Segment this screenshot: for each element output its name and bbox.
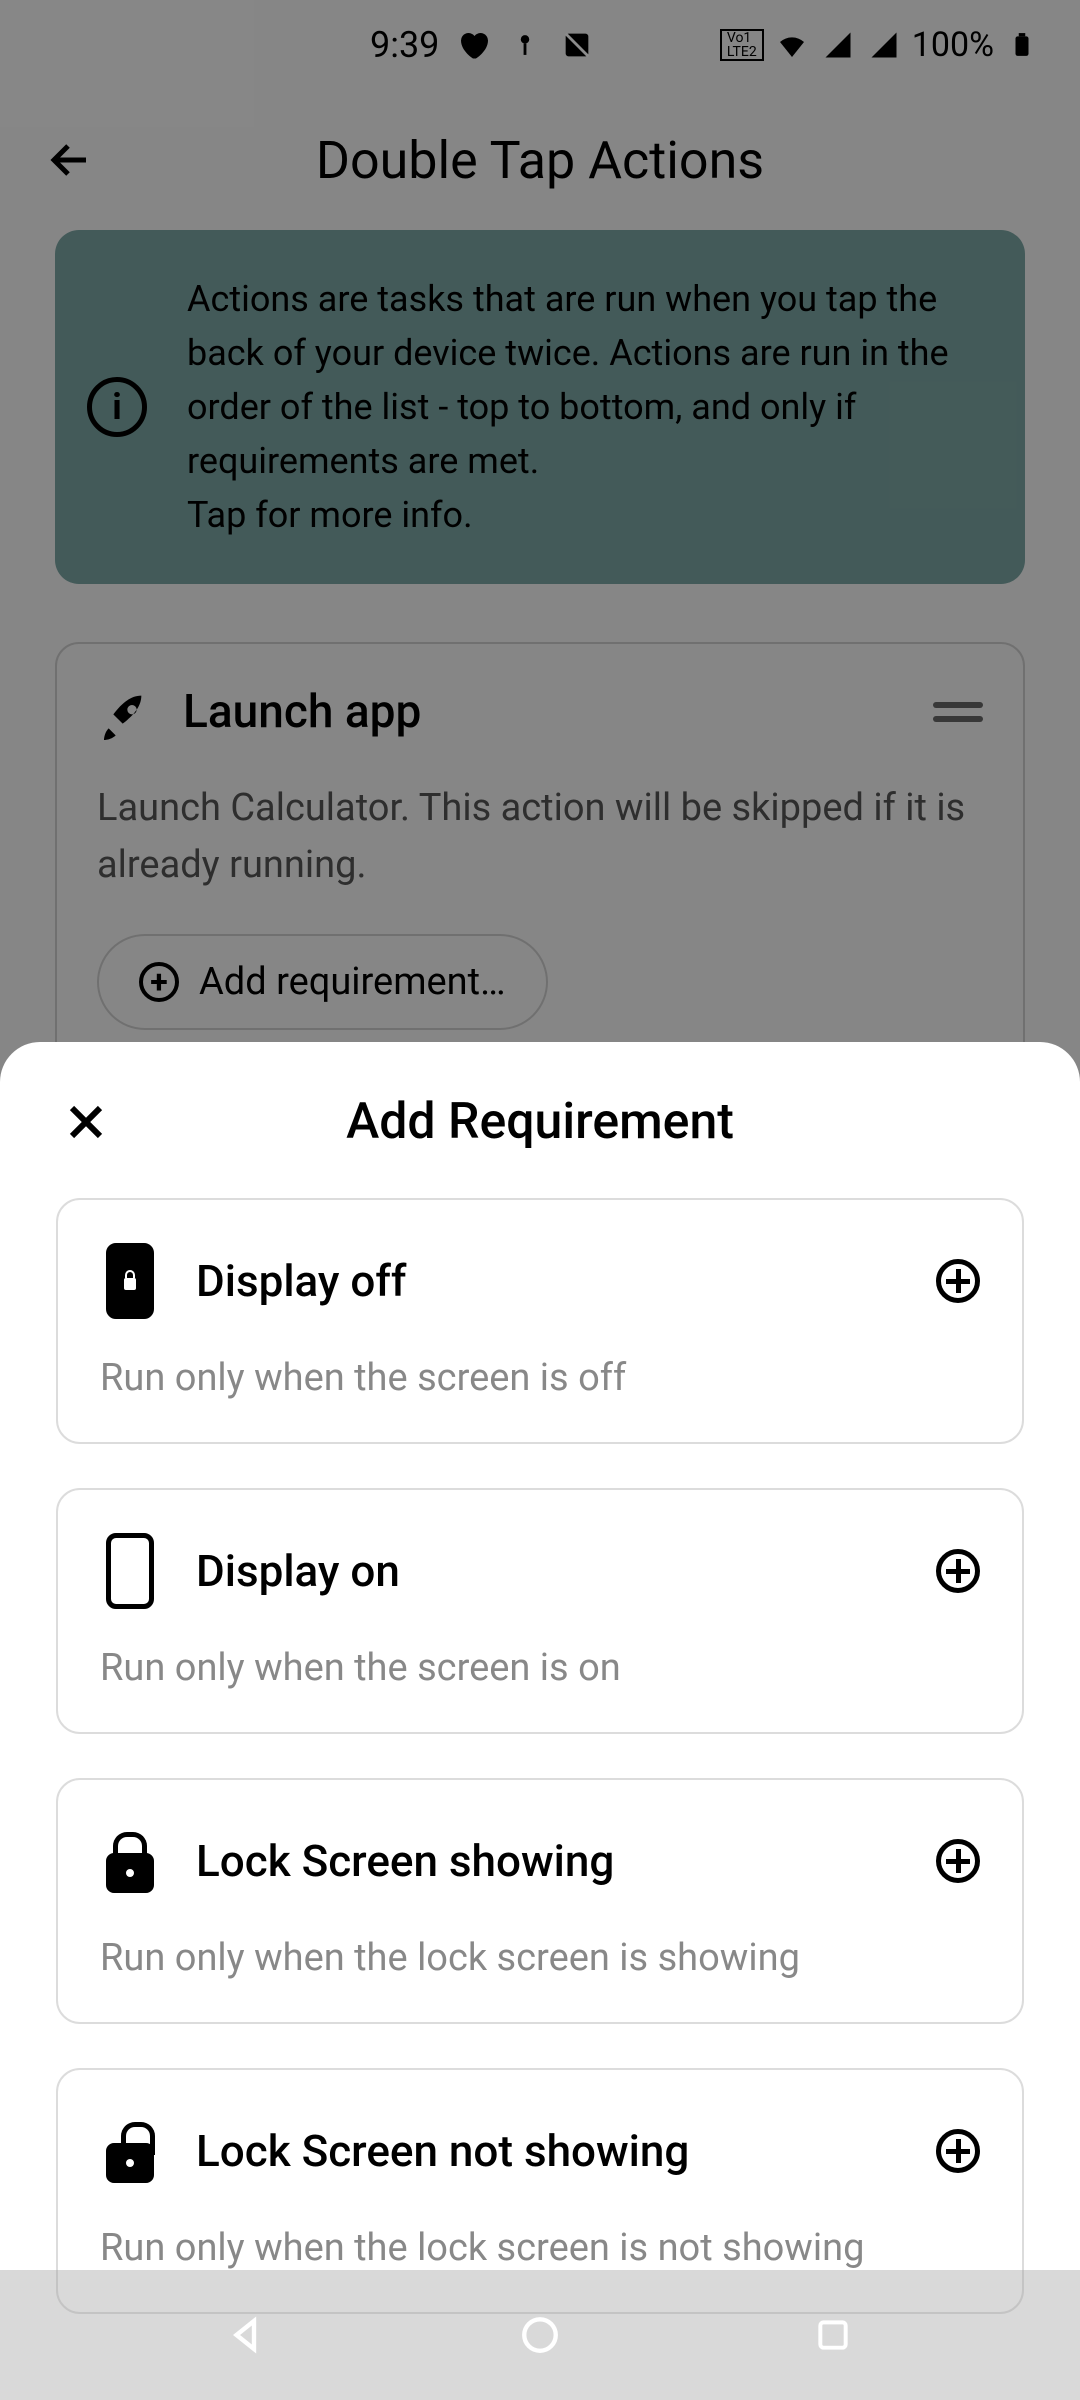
add-icon [936,1839,980,1883]
system-nav-bar [0,2270,1080,2400]
phone-locked-icon [100,1242,160,1320]
requirement-description: Run only when the lock screen is not sho… [100,2226,980,2270]
requirement-display-on[interactable]: Display on Run only when the screen is o… [56,1488,1024,1734]
unlock-icon [100,2112,160,2190]
nav-recents-button[interactable] [803,2305,863,2365]
requirement-display-off[interactable]: Display off Run only when the screen is … [56,1198,1024,1444]
nav-back-button[interactable] [217,2305,277,2365]
requirement-title: Display on [196,1545,900,1597]
lock-icon [100,1822,160,1900]
phone-icon [100,1532,160,1610]
add-icon [936,1549,980,1593]
close-button[interactable] [56,1092,116,1152]
requirement-title: Display off [196,1255,900,1307]
requirement-lock-showing[interactable]: Lock Screen showing Run only when the lo… [56,1778,1024,2024]
sheet-title: Add Requirement [116,1093,964,1151]
add-requirement-sheet: Add Requirement Display off Run only whe… [0,1042,1080,2400]
nav-home-button[interactable] [510,2305,570,2365]
add-icon [936,1259,980,1303]
requirement-title: Lock Screen showing [196,1835,900,1887]
requirement-description: Run only when the screen is on [100,1646,980,1690]
requirement-description: Run only when the lock screen is showing [100,1936,980,1980]
requirement-description: Run only when the screen is off [100,1356,980,1400]
requirement-title: Lock Screen not showing [196,2125,900,2177]
add-icon [936,2129,980,2173]
